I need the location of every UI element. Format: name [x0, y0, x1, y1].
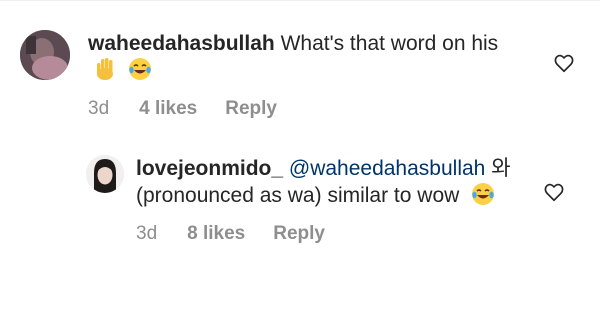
comment-meta: 3d 4 likes Reply	[88, 98, 528, 120]
comment-body: waheedahasbullah What's that word on his	[88, 30, 528, 120]
comment-text-block: waheedahasbullah What's that word on his	[88, 30, 528, 88]
reply-button[interactable]: Reply	[225, 98, 277, 120]
like-heart-icon[interactable]	[553, 52, 575, 74]
comment-username[interactable]: waheedahasbullah	[88, 32, 275, 55]
comment-body: lovejeonmido_ @waheedahasbullah 와 (prono…	[136, 155, 516, 245]
mention-link[interactable]: @waheedahasbullah	[289, 157, 485, 180]
comment-likes[interactable]: 4 likes	[139, 98, 197, 120]
comment-likes[interactable]: 8 likes	[187, 223, 245, 245]
comment-text: What's that word on his	[280, 32, 499, 55]
comment-meta: 3d 8 likes Reply	[136, 223, 516, 245]
raised-hand-emoji	[94, 57, 116, 88]
comment-time: 3d	[88, 98, 110, 119]
tears-of-joy-emoji	[471, 182, 495, 213]
like-heart-icon[interactable]	[543, 181, 565, 203]
comment-username[interactable]: lovejeonmido_	[136, 157, 283, 180]
tears-of-joy-emoji	[128, 57, 152, 88]
avatar[interactable]	[20, 30, 70, 80]
comment-text-block: lovejeonmido_ @waheedahasbullah 와 (prono…	[136, 155, 516, 213]
comment-time: 3d	[136, 223, 158, 244]
avatar[interactable]	[86, 155, 124, 193]
reply-button[interactable]: Reply	[273, 223, 325, 245]
divider	[0, 0, 600, 1]
